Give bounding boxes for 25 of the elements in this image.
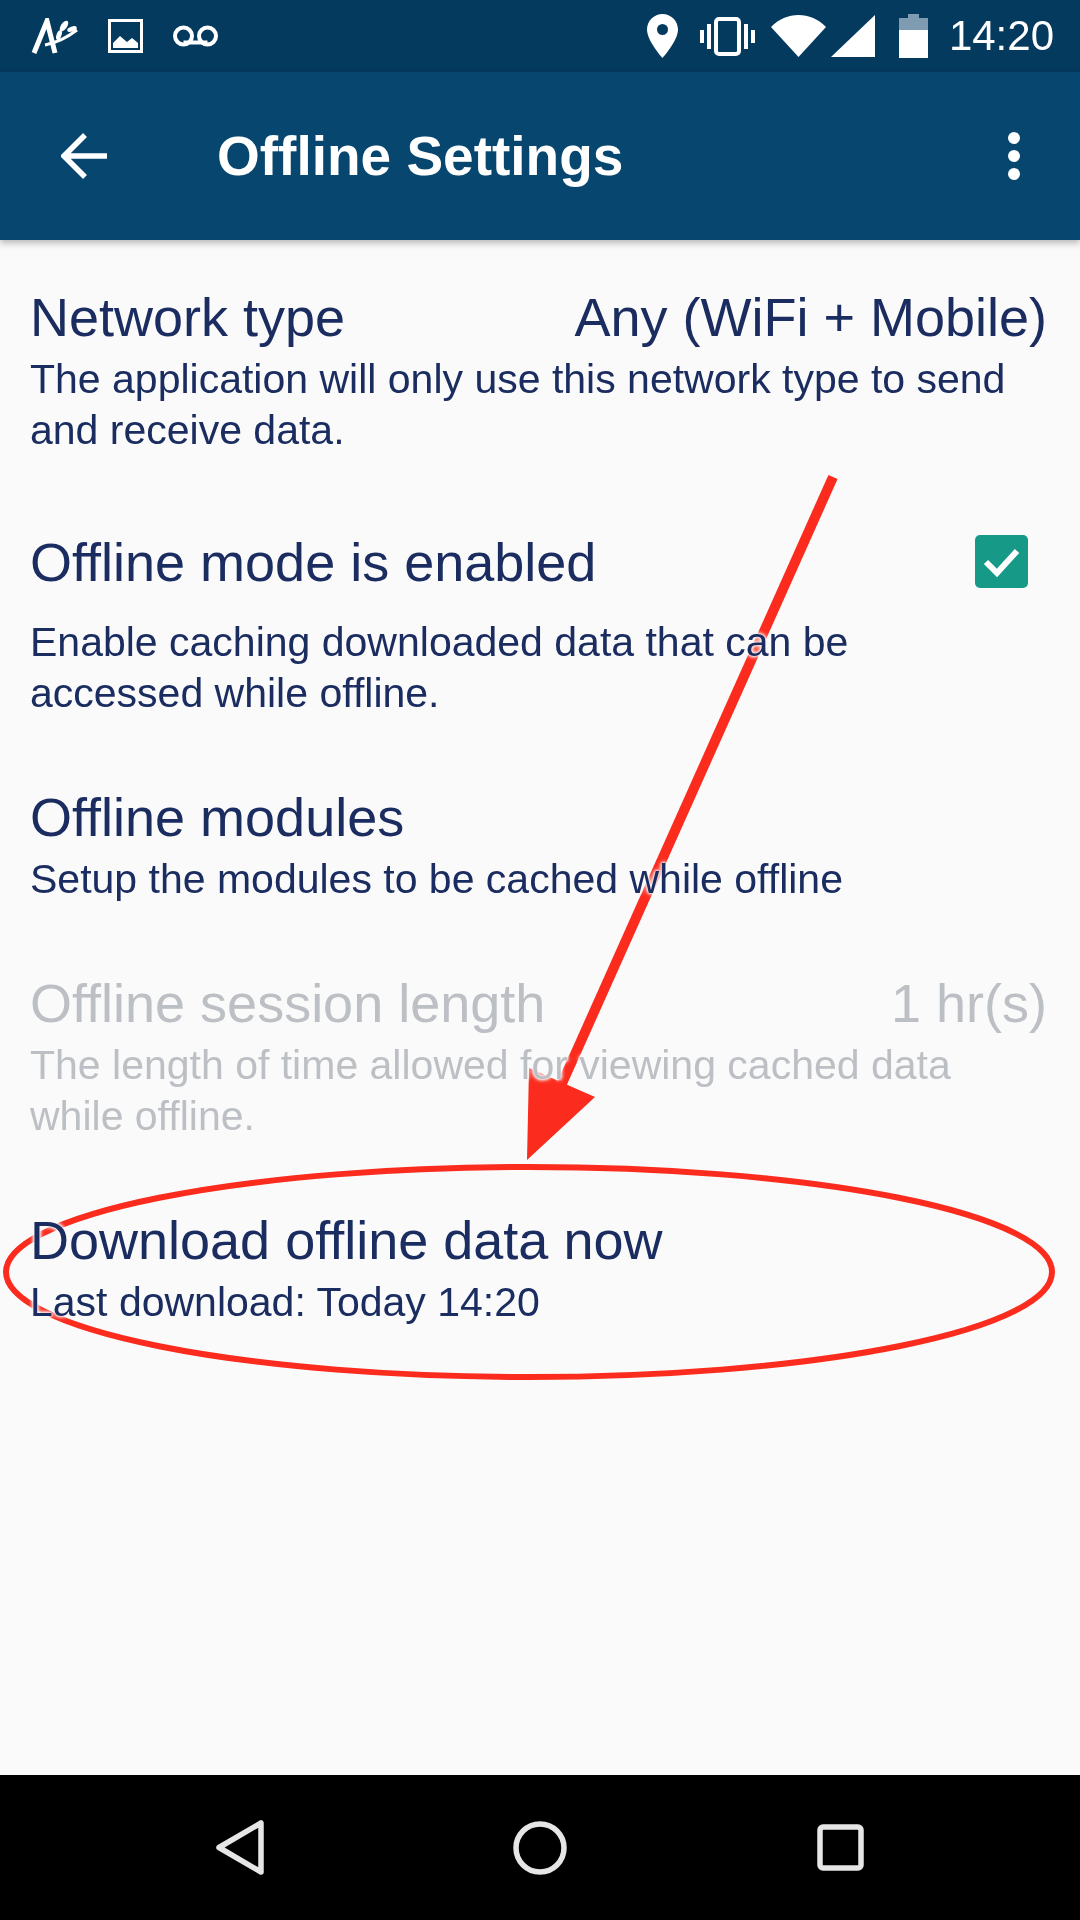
setting-title: Offline session length — [30, 972, 546, 1035]
more-options-icon[interactable] — [1005, 132, 1023, 180]
screen-title: Offline Settings — [217, 124, 624, 188]
leaf-logo-icon — [31, 18, 78, 54]
setting-title: Network type — [30, 286, 346, 349]
setting-value: 1 hr(s) — [891, 972, 1047, 1035]
recents-icon[interactable] — [816, 1824, 864, 1871]
checkbox[interactable] — [975, 535, 1028, 588]
home-icon[interactable] — [513, 1820, 567, 1875]
back-arrow-icon[interactable] — [61, 132, 108, 180]
setting-summary: Last download: Today 14:20 — [30, 1278, 541, 1327]
back-icon[interactable] — [215, 1820, 265, 1875]
setting-value: Any (WiFi + Mobile) — [574, 286, 1047, 349]
location-pin-icon — [646, 14, 678, 58]
status-time: 14:20 — [948, 15, 1054, 57]
setting-title: Offline mode is enabled — [30, 531, 597, 594]
voicemail-icon — [173, 25, 218, 47]
wifi-icon — [770, 15, 826, 57]
setting-title: Download offline data now — [30, 1209, 663, 1272]
battery-icon — [898, 14, 928, 58]
image-icon — [108, 19, 143, 53]
setting-summary: The application will only use this network type to send and receive data. — [30, 355, 1007, 455]
vibrate-icon — [699, 16, 755, 56]
setting-title: Offline modules — [30, 786, 405, 849]
signal-icon — [830, 15, 875, 57]
